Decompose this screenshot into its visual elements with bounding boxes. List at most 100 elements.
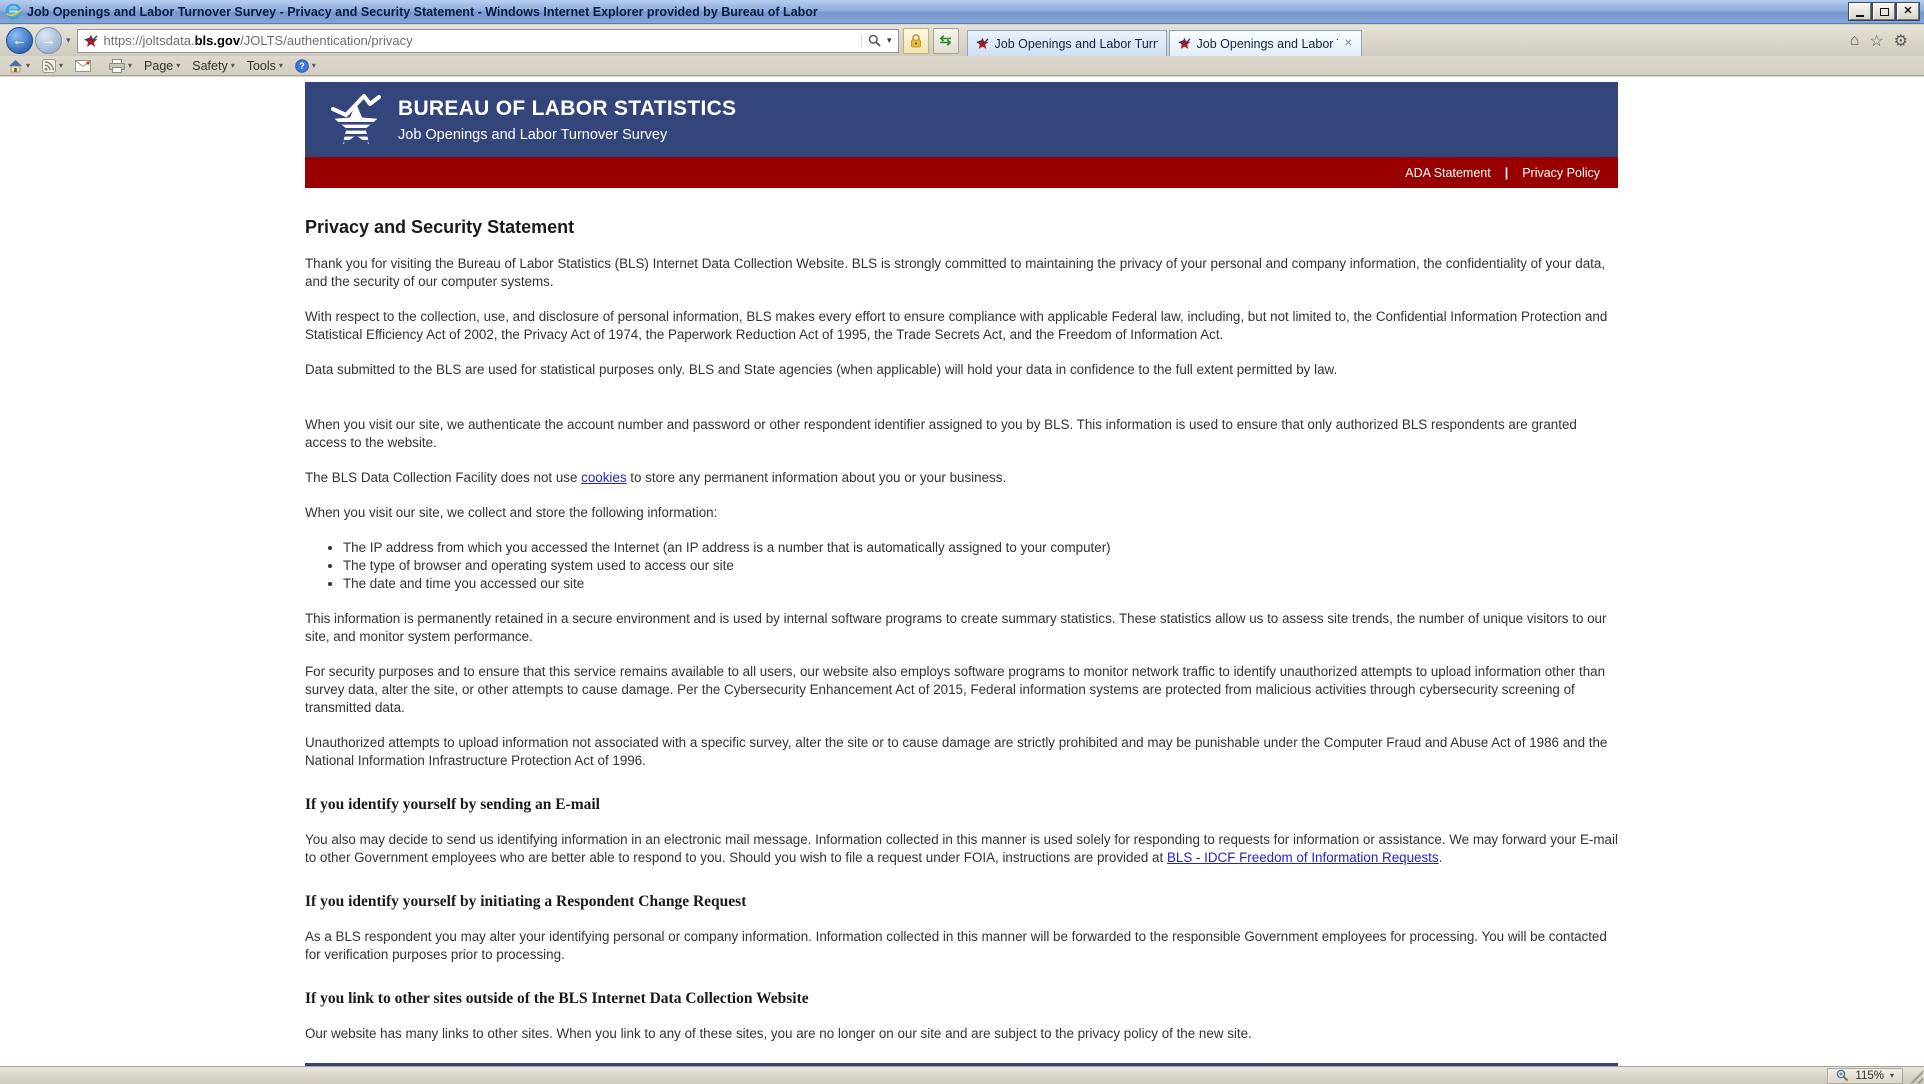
mail-icon bbox=[75, 60, 91, 72]
minimize-icon bbox=[1856, 15, 1864, 17]
bls-site-header: BUREAU OF LABOR STATISTICS Job Openings … bbox=[305, 82, 1618, 157]
navigation-bar: ← → ▾ https://joltsdata.bls.gov/JOLTS/au… bbox=[0, 25, 1924, 56]
paragraph-federal-law: With respect to the collection, use, and… bbox=[305, 308, 1618, 344]
settings-gear-icon[interactable]: ⚙ bbox=[1894, 31, 1908, 51]
caret-down-icon: ▾ bbox=[26, 61, 30, 70]
resize-grip[interactable] bbox=[1907, 1068, 1923, 1084]
bls-favicon bbox=[1178, 37, 1191, 50]
bls-star-logo-icon bbox=[331, 92, 381, 148]
tab-jolts-2[interactable]: Job Openings and Labor Tur... ✕ bbox=[1169, 30, 1362, 56]
bls-brand-title: BUREAU OF LABOR STATISTICS bbox=[398, 97, 736, 121]
section-heading-other-sites: If you link to other sites outside of th… bbox=[305, 990, 1618, 1008]
home-icon[interactable]: ⌂ bbox=[1850, 32, 1860, 50]
security-lock-button[interactable] bbox=[903, 28, 929, 54]
compatibility-view-button[interactable]: ⇆ bbox=[933, 28, 959, 54]
restore-icon bbox=[1880, 8, 1889, 16]
ie-logo-icon bbox=[5, 3, 22, 20]
url-scheme: https://joltsdata. bbox=[104, 33, 195, 48]
rss-feed-icon bbox=[42, 59, 56, 73]
paragraph-cookies: The BLS Data Collection Facility does no… bbox=[305, 469, 1618, 487]
home-icon bbox=[8, 59, 23, 73]
bls-favicon bbox=[84, 34, 98, 48]
link-separator: | bbox=[1505, 166, 1509, 180]
command-bar: ▾ ▾ ▾ Page ▾ Safety ▾ Tools ▾ bbox=[0, 56, 1924, 76]
page-menu-label: Page bbox=[144, 59, 173, 73]
read-mail-button[interactable] bbox=[75, 60, 91, 72]
zoom-level-label: 115% bbox=[1855, 1070, 1884, 1082]
paragraph-other-sites: Our website has many links to other site… bbox=[305, 1025, 1618, 1043]
restore-button[interactable] bbox=[1873, 3, 1895, 20]
safety-menu-label: Safety bbox=[192, 59, 227, 73]
printer-icon bbox=[109, 59, 125, 73]
url-text: https://joltsdata.bls.gov/JOLTS/authenti… bbox=[104, 33, 861, 48]
cookies-text-before: The BLS Data Collection Facility does no… bbox=[305, 470, 581, 485]
safety-menu[interactable]: Safety ▾ bbox=[192, 59, 234, 73]
paragraph-intro: Thank you for visiting the Bureau of Lab… bbox=[305, 255, 1618, 291]
ada-statement-link[interactable]: ADA Statement bbox=[1405, 166, 1490, 180]
zoom-magnifier-icon bbox=[1836, 1069, 1849, 1082]
paragraph-unauthorized: Unauthorized attempts to upload informat… bbox=[305, 734, 1618, 770]
tab-close-icon[interactable]: ✕ bbox=[1344, 38, 1352, 49]
privacy-policy-link[interactable]: Privacy Policy bbox=[1522, 166, 1600, 180]
tab-label: Job Openings and Labor Tur... bbox=[1197, 37, 1339, 51]
privacy-statement-document: Privacy and Security Statement Thank you… bbox=[305, 216, 1618, 1066]
browser-viewport: BUREAU OF LABOR STATISTICS Job Openings … bbox=[0, 77, 1924, 1066]
url-domain: bls.gov bbox=[195, 33, 241, 48]
status-bar: 115% ▾ bbox=[0, 1066, 1924, 1084]
address-bar[interactable]: https://joltsdata.bls.gov/JOLTS/authenti… bbox=[77, 29, 899, 53]
tools-menu[interactable]: Tools ▾ bbox=[247, 59, 283, 73]
list-item: The type of browser and operating system… bbox=[343, 557, 1618, 575]
paragraph-security-monitoring: For security purposes and to ensure that… bbox=[305, 663, 1618, 717]
zoom-control[interactable]: 115% ▾ bbox=[1827, 1068, 1903, 1084]
red-link-bar: ADA Statement | Privacy Policy bbox=[305, 157, 1618, 188]
window-title: Job Openings and Labor Turnover Survey -… bbox=[27, 5, 1841, 19]
title-bar: Job Openings and Labor Turnover Survey -… bbox=[0, 0, 1924, 24]
cookies-text-after: to store any permanent information about… bbox=[627, 470, 1007, 485]
tab-jolts-1[interactable]: Job Openings and Labor Turnov... bbox=[967, 30, 1167, 56]
section-heading-change-request: If you identify yourself by initiating a… bbox=[305, 893, 1618, 911]
minimize-button[interactable] bbox=[1849, 3, 1871, 20]
help-menu[interactable]: ? ▾ bbox=[295, 59, 316, 73]
collected-info-list: The IP address from which you accessed t… bbox=[343, 539, 1618, 593]
paragraph-statistical-purposes: Data submitted to the BLS are used for s… bbox=[305, 361, 1618, 379]
section-heading-email: If you identify yourself by sending an E… bbox=[305, 796, 1618, 814]
url-path: /JOLTS/authentication/privacy bbox=[240, 33, 412, 48]
search-icon[interactable] bbox=[868, 34, 881, 47]
back-button[interactable]: ← bbox=[6, 27, 33, 54]
page-title: Privacy and Security Statement bbox=[305, 216, 1618, 238]
close-icon: ✕ bbox=[1903, 6, 1912, 17]
paragraph-collect-info: When you visit our site, we collect and … bbox=[305, 504, 1618, 522]
lock-icon bbox=[909, 33, 923, 49]
tab-strip: Job Openings and Labor Turnov... Job Ope… bbox=[967, 25, 1364, 56]
page-content: BUREAU OF LABOR STATISTICS Job Openings … bbox=[305, 82, 1618, 1066]
tools-menu-label: Tools bbox=[247, 59, 276, 73]
bls-survey-subtitle: Job Openings and Labor Turnover Survey bbox=[398, 127, 736, 143]
caret-down-icon: ▾ bbox=[279, 61, 283, 70]
home-menu-button[interactable]: ▾ bbox=[8, 59, 30, 73]
zoom-caret-icon: ▾ bbox=[1890, 1071, 1894, 1080]
feeds-button[interactable]: ▾ bbox=[42, 59, 63, 73]
page-menu[interactable]: Page ▾ bbox=[144, 59, 180, 73]
paragraph-change-request: As a BLS respondent you may alter your i… bbox=[305, 928, 1618, 964]
history-caret-icon[interactable]: ▾ bbox=[66, 35, 71, 46]
bls-header-text: BUREAU OF LABOR STATISTICS Job Openings … bbox=[398, 97, 736, 143]
list-item: The date and time you accessed our site bbox=[343, 575, 1618, 593]
caret-down-icon: ▾ bbox=[231, 61, 235, 70]
print-button[interactable]: ▾ bbox=[109, 59, 132, 73]
forward-button[interactable]: → bbox=[35, 27, 62, 54]
cookies-link[interactable]: cookies bbox=[581, 470, 626, 485]
help-icon: ? bbox=[295, 59, 309, 73]
search-caret-icon[interactable]: ▾ bbox=[887, 35, 892, 46]
caret-down-icon: ▾ bbox=[312, 61, 316, 70]
list-item: The IP address from which you accessed t… bbox=[343, 539, 1618, 557]
caret-down-icon: ▾ bbox=[128, 61, 132, 70]
svg-text:?: ? bbox=[299, 61, 305, 71]
bls-favicon bbox=[976, 37, 989, 50]
caret-down-icon: ▾ bbox=[59, 61, 63, 70]
paragraph-retention: This information is permanently retained… bbox=[305, 610, 1618, 646]
paragraph-authentication: When you visit our site, we authenticate… bbox=[305, 416, 1618, 452]
foia-requests-link[interactable]: BLS - IDCF Freedom of Information Reques… bbox=[1167, 850, 1439, 865]
close-button[interactable]: ✕ bbox=[1897, 3, 1919, 20]
paragraph-email: You also may decide to send us identifyi… bbox=[305, 831, 1618, 867]
favorites-star-icon[interactable]: ☆ bbox=[1869, 31, 1883, 51]
